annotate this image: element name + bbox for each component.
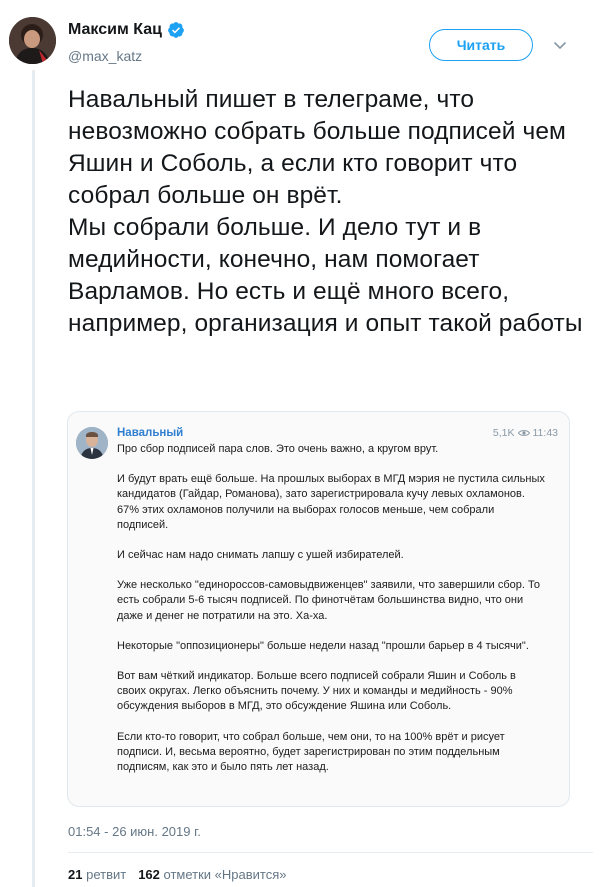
divider <box>68 852 593 853</box>
tweet-paragraph: Мы собрали больше. И дело тут и в медийн… <box>68 214 583 337</box>
telegram-channel-name: Навальный <box>117 427 184 439</box>
author-name[interactable]: Максим Кац <box>68 21 185 39</box>
author-handle[interactable]: @max_katz <box>68 48 142 64</box>
telegram-channel-avatar <box>76 427 108 459</box>
likes-stat[interactable]: 162 отметки «Нравится» <box>138 867 286 882</box>
tweet-text: Навальный пишет в телеграме, что невозмо… <box>68 84 593 340</box>
telegram-views: 5,1K <box>492 427 515 439</box>
author-name-text[interactable]: Максим Кац <box>68 21 162 39</box>
thread-line <box>32 70 35 887</box>
telegram-screenshot-card[interactable]: Навальный 5,1K 11:43 Про сбор подписей п… <box>67 411 570 807</box>
telegram-paragraph: И сейчас нам надо снимать лапшу с ушей и… <box>117 549 404 562</box>
telegram-paragraph: Вот вам чёткий индикатор. Больше всего п… <box>117 670 516 713</box>
retweets-stat[interactable]: 21 ретвит <box>68 867 126 882</box>
retweets-label: ретвит <box>86 867 127 882</box>
telegram-avatar-image <box>76 427 108 459</box>
retweets-count: 21 <box>68 867 83 882</box>
telegram-paragraph: Уже несколько "единороссов-самовыдвиженц… <box>117 579 540 622</box>
telegram-paragraph: Про сбор подписей пара слов. Это очень в… <box>117 443 439 455</box>
tweet-timestamp[interactable]: 01:54 - 26 июн. 2019 г. <box>68 824 201 839</box>
likes-label: отметки «Нравится» <box>163 867 287 882</box>
telegram-time: 11:43 <box>532 427 559 439</box>
avatar-image <box>9 17 56 64</box>
telegram-paragraph: И будут врать ещё больше. На прошлых выб… <box>117 473 545 531</box>
chevron-down-icon[interactable] <box>552 37 568 53</box>
verified-badge-icon <box>168 22 184 38</box>
telegram-post-body: Про сбор подписей пара слов. Это очень в… <box>117 442 547 790</box>
eye-icon <box>517 430 530 436</box>
likes-count: 162 <box>138 867 160 882</box>
telegram-post-meta: 5,1K 11:43 <box>493 427 558 439</box>
avatar[interactable] <box>9 17 56 64</box>
telegram-paragraph: Если кто-то говорит, что собрал больше, … <box>117 730 505 774</box>
tweet-stats: 21 ретвит 162 отметки «Нравится» <box>68 867 287 882</box>
telegram-paragraph: Некоторые "оппозиционеры" больше недели … <box>117 639 529 652</box>
tweet-paragraph: Навальный пишет в телеграме, что невозмо… <box>68 86 566 209</box>
follow-button[interactable]: Читать <box>429 29 533 61</box>
